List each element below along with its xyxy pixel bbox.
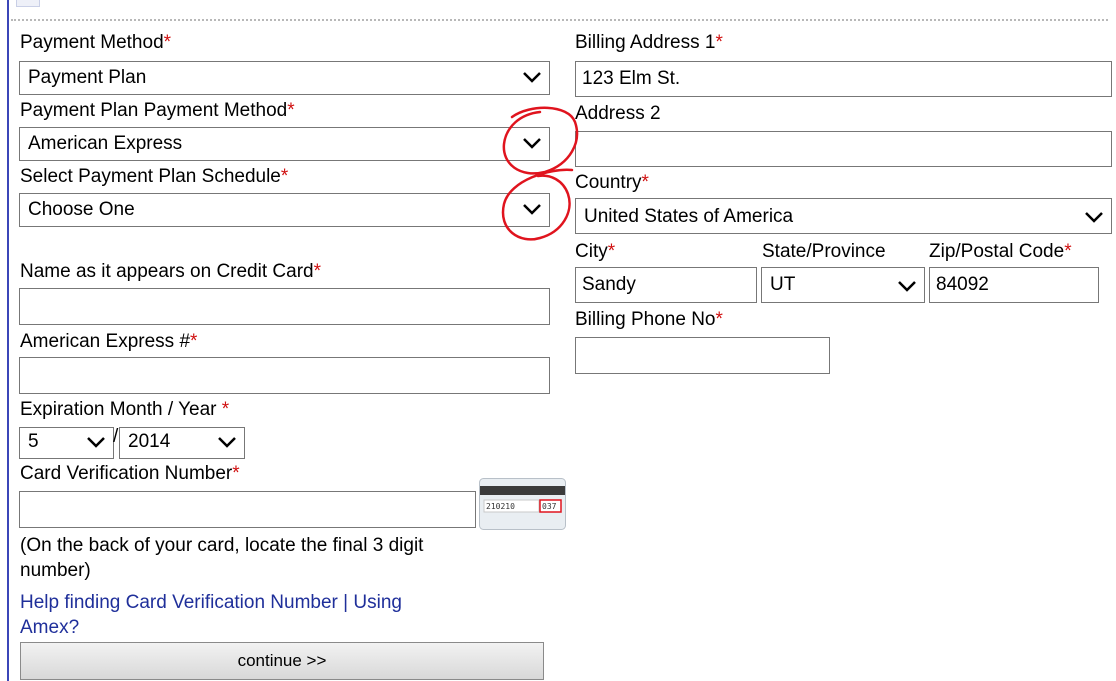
continue-button[interactable]: continue >> [20, 642, 544, 680]
phone-input[interactable] [575, 337, 830, 374]
expiration-label: Expiration Month / Year * [20, 399, 230, 420]
payment-method-value: Payment Plan [28, 67, 147, 88]
address2-label: Address 2 [575, 103, 661, 124]
state-select[interactable]: UT [761, 267, 925, 303]
card-digits-text: 210210 [486, 502, 515, 511]
expiration-month-select[interactable]: 5 [19, 427, 114, 459]
using-amex-link-part1[interactable]: Using [353, 592, 402, 613]
expiration-month-value: 5 [28, 431, 39, 452]
name-on-card-input[interactable] [19, 288, 550, 325]
using-amex-link-part2[interactable]: Amex? [20, 616, 79, 640]
address1-label: Billing Address 1* [575, 32, 723, 53]
card-code-text: 037 [542, 502, 557, 511]
plan-schedule-value: Choose One [28, 199, 135, 220]
link-separator: | [343, 592, 349, 613]
phone-label: Billing Phone No* [575, 309, 723, 330]
top-tab [16, 0, 40, 7]
payment-method-label: Payment Method* [20, 32, 172, 53]
help-cvn-link[interactable]: Help finding Card Verification Number [20, 592, 338, 613]
zip-input[interactable]: 84092 [929, 267, 1099, 303]
address1-input[interactable]: 123 Elm St. [575, 61, 1112, 97]
plan-method-label: Payment Plan Payment Method* [20, 100, 295, 121]
expiration-year-select[interactable]: 2014 [119, 427, 245, 459]
cvn-hint-line2: number) [20, 560, 91, 581]
chevron-down-icon [523, 72, 541, 83]
chevron-down-icon [218, 437, 236, 448]
city-input[interactable]: Sandy [575, 267, 757, 303]
chevron-down-icon [1085, 212, 1103, 223]
dotted-divider [11, 19, 1108, 21]
cvn-hint-line1: (On the back of your card, locate the fi… [20, 535, 424, 556]
help-links-row: Help finding Card Verification Number | … [20, 591, 402, 615]
plan-method-select[interactable]: American Express [19, 127, 550, 161]
zip-label: Zip/Postal Code* [929, 241, 1072, 262]
card-back-icon: 210210 037 [479, 478, 566, 530]
chevron-down-icon [87, 437, 105, 448]
cvn-label: Card Verification Number* [20, 463, 240, 484]
state-label: State/Province [762, 241, 886, 262]
city-label: City* [575, 241, 616, 262]
country-value: United States of America [584, 206, 794, 227]
country-label: Country* [575, 172, 649, 193]
state-value: UT [770, 274, 796, 295]
chevron-down-icon [898, 281, 916, 292]
card-number-label: American Express #* [20, 331, 198, 352]
card-number-input[interactable] [19, 357, 550, 394]
address2-input[interactable] [575, 131, 1112, 167]
payment-method-select[interactable]: Payment Plan [19, 61, 550, 95]
chevron-down-icon [523, 138, 541, 149]
cvn-input[interactable] [19, 491, 476, 528]
expiration-separator: / [113, 426, 119, 447]
expiration-year-value: 2014 [128, 431, 171, 452]
page-frame-line [7, 0, 9, 681]
plan-schedule-label: Select Payment Plan Schedule* [20, 166, 289, 187]
plan-schedule-select[interactable]: Choose One [19, 193, 550, 227]
plan-method-value: American Express [28, 133, 183, 154]
name-on-card-label: Name as it appears on Credit Card* [20, 261, 321, 282]
country-select[interactable]: United States of America [575, 198, 1112, 234]
chevron-down-icon [523, 204, 541, 215]
